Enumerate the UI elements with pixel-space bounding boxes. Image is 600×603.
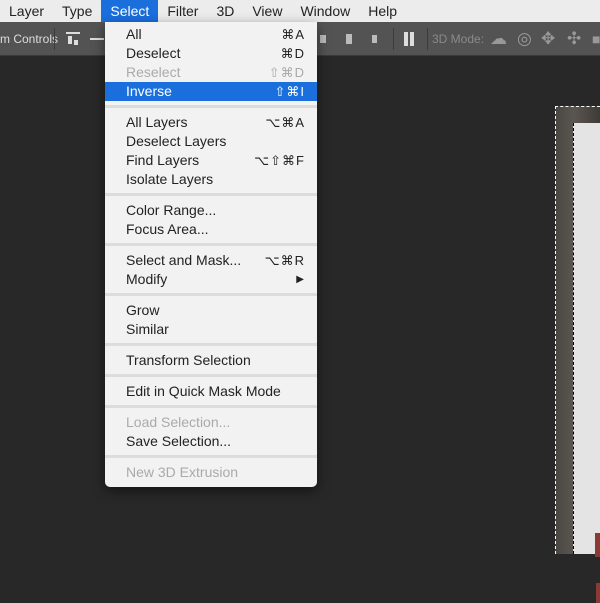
menu-item-label: Save Selection... bbox=[126, 433, 232, 449]
selection-marquee[interactable] bbox=[573, 123, 600, 603]
menu-help[interactable]: Help bbox=[359, 0, 406, 22]
shortcut: ⇧⌘D bbox=[268, 65, 305, 80]
divider bbox=[427, 28, 428, 50]
divider bbox=[393, 28, 394, 50]
menu-item-label: Transform Selection bbox=[126, 352, 251, 368]
menu-item-label: All bbox=[126, 26, 142, 42]
menu-item-load-selection[interactable]: Load Selection... bbox=[105, 413, 317, 432]
menu-item-label: Grow bbox=[126, 302, 160, 318]
menu-item-transform-selection[interactable]: Transform Selection bbox=[105, 351, 317, 370]
menu-item-label: Select and Mask... bbox=[126, 252, 242, 268]
menu-select[interactable]: Select bbox=[101, 0, 159, 22]
shortcut: ⇧⌘I bbox=[274, 84, 305, 99]
3d-slide-icon[interactable]: ✣ bbox=[567, 22, 581, 56]
menu-window[interactable]: Window bbox=[291, 0, 359, 22]
menu-separator bbox=[105, 339, 317, 351]
menu-item-select-and-mask[interactable]: Select and Mask... ⌥⌘R bbox=[105, 251, 317, 270]
menu-item-label: Inverse bbox=[126, 83, 172, 99]
menu-item-label: Load Selection... bbox=[126, 414, 231, 430]
menu-separator bbox=[105, 289, 317, 301]
menu-view[interactable]: View bbox=[243, 0, 291, 22]
menu-separator bbox=[105, 370, 317, 382]
menu-type[interactable]: Type bbox=[53, 0, 101, 22]
transform-controls-label[interactable]: m Controls bbox=[0, 22, 58, 56]
menu-item-label: Focus Area... bbox=[126, 221, 209, 237]
distribute-center-icon[interactable] bbox=[320, 32, 334, 46]
align-vertical-center-icon[interactable] bbox=[90, 32, 104, 46]
menu-separator bbox=[105, 401, 317, 413]
divider bbox=[54, 28, 55, 50]
menu-item-edit-in-quick-mask-mode[interactable]: Edit in Quick Mask Mode bbox=[105, 382, 317, 401]
menu-item-modify[interactable]: Modify ▶ bbox=[105, 270, 317, 289]
menu-item-label: Reselect bbox=[126, 64, 181, 80]
menu-item-focus-area[interactable]: Focus Area... bbox=[105, 220, 317, 239]
menu-item-all-layers[interactable]: All Layers ⌥⌘A bbox=[105, 113, 317, 132]
menu-item-isolate-layers[interactable]: Isolate Layers bbox=[105, 170, 317, 189]
menu-item-label: Deselect bbox=[126, 45, 181, 61]
3d-scale-icon[interactable]: ■ bbox=[592, 22, 600, 56]
menu-item-reselect[interactable]: Reselect ⇧⌘D bbox=[105, 63, 317, 82]
menu-item-all[interactable]: All ⌘A bbox=[105, 25, 317, 44]
shortcut: ⌥⇧⌘F bbox=[254, 153, 305, 168]
submenu-arrow-icon: ▶ bbox=[296, 274, 305, 285]
distribute-horizontal-icon[interactable] bbox=[342, 32, 356, 46]
3d-mode-label: 3D Mode: bbox=[432, 32, 485, 46]
3d-orbit-icon[interactable]: ☁ bbox=[490, 22, 507, 56]
menu-item-grow[interactable]: Grow bbox=[105, 301, 317, 320]
select-menu-dropdown: All ⌘A Deselect ⌘D Reselect ⇧⌘D Inverse ⇧⌘I All … bbox=[105, 22, 317, 487]
menu-3d[interactable]: 3D bbox=[207, 0, 243, 22]
menu-item-label: Deselect Layers bbox=[126, 133, 227, 149]
shortcut: ⌥⌘A bbox=[265, 115, 305, 130]
menu-item-save-selection[interactable]: Save Selection... bbox=[105, 432, 317, 451]
menu-item-inverse[interactable]: Inverse ⇧⌘I bbox=[105, 82, 317, 101]
menu-item-label: Find Layers bbox=[126, 152, 200, 168]
menu-separator bbox=[105, 239, 317, 251]
3d-pan-icon[interactable]: ✥ bbox=[541, 22, 555, 56]
distribute-spacing-icon[interactable] bbox=[404, 32, 418, 46]
menu-item-label: All Layers bbox=[126, 114, 188, 130]
3d-roll-icon[interactable]: ◎ bbox=[517, 22, 532, 56]
menu-item-deselect[interactable]: Deselect ⌘D bbox=[105, 44, 317, 63]
menu-separator bbox=[105, 189, 317, 201]
shortcut: ⌘D bbox=[280, 46, 305, 61]
menu-item-find-layers[interactable]: Find Layers ⌥⇧⌘F bbox=[105, 151, 317, 170]
menu-item-color-range[interactable]: Color Range... bbox=[105, 201, 317, 220]
menu-layer[interactable]: Layer bbox=[0, 0, 53, 22]
menu-item-label: New 3D Extrusion bbox=[126, 464, 239, 480]
menu-item-label: Color Range... bbox=[126, 202, 217, 218]
menu-item-label: Isolate Layers bbox=[126, 171, 214, 187]
menu-item-label: Edit in Quick Mask Mode bbox=[126, 383, 281, 399]
menu-separator bbox=[105, 101, 317, 113]
distribute-right-icon[interactable] bbox=[368, 32, 382, 46]
menu-item-deselect-layers[interactable]: Deselect Layers bbox=[105, 132, 317, 151]
menu-item-similar[interactable]: Similar bbox=[105, 320, 317, 339]
menu-filter[interactable]: Filter bbox=[158, 0, 207, 22]
menu-item-label: Modify bbox=[126, 271, 168, 287]
menu-separator bbox=[105, 451, 317, 463]
menu-bar: Layer Type Select Filter 3D View Window Help bbox=[0, 0, 600, 22]
shortcut: ⌘A bbox=[281, 27, 305, 42]
menu-item-label: Similar bbox=[126, 321, 169, 337]
menu-item-new-3d-extrusion[interactable]: New 3D Extrusion bbox=[105, 463, 317, 482]
shortcut: ⌥⌘R bbox=[264, 253, 305, 268]
align-top-icon[interactable] bbox=[66, 32, 80, 46]
